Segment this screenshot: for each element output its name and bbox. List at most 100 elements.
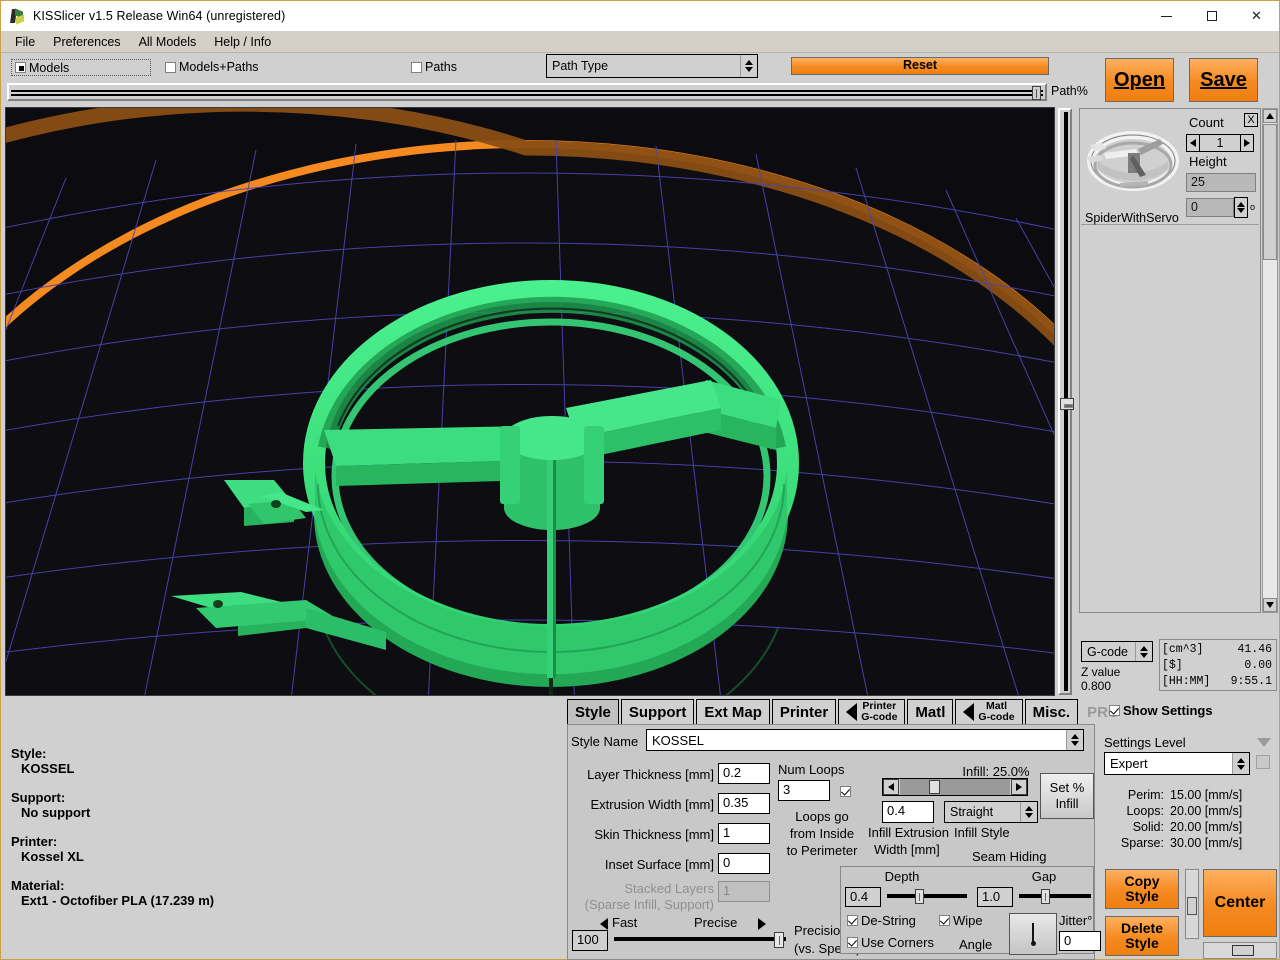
model-list-panel: SpiderWithServo X Count 1 Height 25 0 o xyxy=(1079,108,1261,613)
layer-thickness-input[interactable]: 0.2 xyxy=(718,763,770,784)
use-corners-checkbox[interactable]: Use Corners xyxy=(847,935,934,950)
vertical-zoom-slider-thumb[interactable] xyxy=(1187,897,1197,915)
tab-printer[interactable]: Printer xyxy=(772,699,836,725)
infill-style-dropdown[interactable]: Straight xyxy=(944,801,1038,823)
jitter-input[interactable]: 0 xyxy=(1059,931,1101,951)
rotation-stepper[interactable] xyxy=(1234,197,1248,218)
wipe-checkbox-icon xyxy=(939,915,950,926)
settings-level-toggle[interactable] xyxy=(1256,755,1270,769)
infill-slider[interactable] xyxy=(882,778,1028,796)
gap-input[interactable]: 1.0 xyxy=(977,887,1013,907)
infill-increment-button[interactable] xyxy=(1011,779,1027,795)
scroll-up-button[interactable] xyxy=(1263,109,1277,123)
depth-input[interactable]: 0.4 xyxy=(845,887,881,907)
chevron-updown-icon[interactable] xyxy=(740,55,757,77)
count-stepper[interactable]: 1 xyxy=(1186,134,1254,152)
maximize-button[interactable] xyxy=(1189,1,1234,31)
infill-extrusion-width-input[interactable]: 0.4 xyxy=(882,801,934,823)
precision-value-input[interactable]: 100 xyxy=(572,930,608,951)
height-value[interactable]: 25 xyxy=(1186,173,1256,192)
wipe-checkbox[interactable]: Wipe xyxy=(939,913,983,928)
model-list-item[interactable]: SpiderWithServo X Count 1 Height 25 0 o xyxy=(1081,110,1259,225)
tab-matl-gcode[interactable]: Matl G-code xyxy=(955,699,1022,725)
remove-model-button[interactable]: X xyxy=(1244,113,1258,127)
loops-note-line2: from Inside xyxy=(768,826,876,841)
scrollbar-thumb[interactable] xyxy=(1263,124,1277,260)
stat-unit: [HH:MM] xyxy=(1162,674,1210,690)
model-list-scrollbar[interactable] xyxy=(1262,108,1278,613)
path-type-dropdown[interactable]: Path Type xyxy=(546,54,758,78)
radio-models[interactable]: Models xyxy=(11,59,151,76)
loops-inside-out-checkbox[interactable] xyxy=(840,783,854,801)
open-button[interactable]: Open xyxy=(1105,58,1174,102)
infill-slider-thumb[interactable] xyxy=(929,780,940,794)
reset-button[interactable]: Reset xyxy=(791,57,1049,75)
num-loops-input[interactable]: 3 xyxy=(778,780,830,801)
menu-item-all-models[interactable]: All Models xyxy=(131,32,205,52)
precision-slider-thumb[interactable] xyxy=(774,932,784,948)
tab-label-line2: G-code xyxy=(861,712,897,723)
delete-style-button[interactable]: Delete Style xyxy=(1105,916,1179,956)
tab-style[interactable]: Style xyxy=(567,699,619,725)
style-name-dropdown[interactable]: KOSSEL xyxy=(646,729,1084,751)
chevron-updown-icon[interactable] xyxy=(1066,730,1083,750)
chevron-updown-icon[interactable] xyxy=(1020,802,1037,822)
speed-value: 30.00 [mm/s] xyxy=(1164,835,1242,851)
minimize-button[interactable] xyxy=(1144,1,1189,31)
path-slider-track xyxy=(11,90,1043,96)
count-decrement-button[interactable] xyxy=(1186,134,1200,152)
horizontal-pan-slider-thumb[interactable] xyxy=(1232,945,1254,956)
depth-slider-thumb[interactable] xyxy=(915,889,924,904)
copy-style-button[interactable]: Copy Style xyxy=(1105,869,1179,909)
info-group-printer: Printer: Kossel XL xyxy=(11,834,214,864)
infill-decrement-button[interactable] xyxy=(883,779,899,795)
tab-misc[interactable]: Misc. xyxy=(1025,699,1079,725)
tab-printer-gcode[interactable]: Printer G-code xyxy=(838,699,905,725)
menu-item-file[interactable]: File xyxy=(7,32,43,52)
scroll-down-button[interactable] xyxy=(1263,598,1277,612)
path-percent-slider[interactable] xyxy=(7,83,1047,101)
destring-checkbox[interactable]: De-String xyxy=(847,913,916,928)
close-button[interactable]: ✕ xyxy=(1234,1,1279,31)
vertical-zoom-slider[interactable] xyxy=(1185,869,1199,939)
settings-level-label: Settings Level xyxy=(1104,735,1186,750)
stat-value: 9:55.1 xyxy=(1231,674,1272,690)
count-increment-button[interactable] xyxy=(1240,134,1254,152)
chevron-updown-icon[interactable] xyxy=(1135,642,1152,661)
skin-thickness-input[interactable]: 1 xyxy=(718,823,770,844)
inset-surface-label: Inset Surface [mm] xyxy=(568,857,714,872)
depth-slider[interactable] xyxy=(887,889,967,904)
gap-slider-thumb[interactable] xyxy=(1041,889,1050,904)
path-slider-thumb[interactable] xyxy=(1032,86,1041,100)
tab-ext-map[interactable]: Ext Map xyxy=(696,699,770,725)
speed-key: Loops: xyxy=(1106,803,1164,819)
extrusion-width-input[interactable]: 0.35 xyxy=(718,793,770,814)
menu-item-preferences[interactable]: Preferences xyxy=(45,32,128,52)
settings-level-dropdown[interactable]: Expert xyxy=(1104,752,1250,775)
set-percent-infill-button[interactable]: Set % Infill xyxy=(1040,773,1094,819)
center-button[interactable]: Center xyxy=(1203,869,1277,937)
jitter-label: Jitter° xyxy=(1059,913,1105,928)
checkbox-models-paths[interactable]: Models+Paths xyxy=(165,60,259,74)
tab-matl[interactable]: Matl xyxy=(907,699,953,725)
caret-down-icon[interactable] xyxy=(1257,738,1271,747)
gcode-dropdown[interactable]: G-code xyxy=(1081,641,1153,662)
window-controls: ✕ xyxy=(1144,1,1279,31)
3d-viewport[interactable] xyxy=(5,107,1055,696)
menu-item-help-info[interactable]: Help / Info xyxy=(206,32,279,52)
layer-slider-thumb[interactable] xyxy=(1060,398,1074,410)
inset-surface-input[interactable]: 0 xyxy=(718,853,770,874)
horizontal-pan-slider[interactable] xyxy=(1203,942,1277,959)
tab-support[interactable]: Support xyxy=(621,699,695,725)
save-button[interactable]: Save xyxy=(1189,58,1258,102)
rotation-value[interactable]: 0 xyxy=(1186,198,1234,217)
count-value[interactable]: 1 xyxy=(1200,134,1240,152)
show-settings-checkbox[interactable]: Show Settings xyxy=(1109,703,1213,718)
angle-dial[interactable] xyxy=(1009,913,1057,955)
chevron-updown-icon[interactable] xyxy=(1232,753,1249,774)
precision-slider[interactable] xyxy=(614,932,786,948)
gap-slider[interactable] xyxy=(1019,889,1091,904)
layer-slider[interactable] xyxy=(1058,108,1072,695)
caret-down-icon xyxy=(1266,602,1274,608)
checkbox-paths[interactable]: Paths xyxy=(411,60,457,74)
